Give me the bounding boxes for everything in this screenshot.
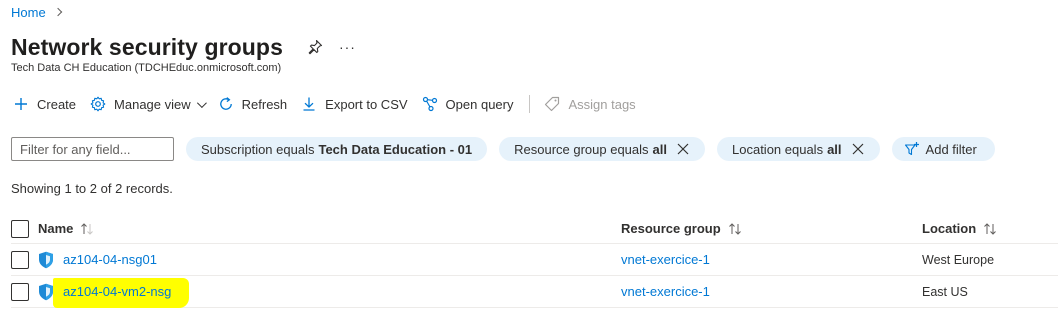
plus-icon [13,96,29,112]
sort-icon[interactable] [728,222,742,235]
assign-tags-label: Assign tags [568,96,636,112]
breadcrumb-home-link[interactable]: Home [11,5,46,20]
resource-group-header-label: Resource group [621,221,721,236]
chevron-down-icon [196,97,207,108]
location-column-header[interactable]: Location [922,221,997,236]
select-all-checkbox[interactable] [11,219,29,238]
manage-view-label: Manage view [114,96,191,112]
refresh-icon [218,96,234,112]
chevron-right-icon [53,7,62,17]
refresh-button[interactable]: Refresh [218,92,288,116]
location-filter-pill[interactable]: Location equals all [717,137,880,161]
close-icon[interactable] [676,142,690,156]
filter-bar: Filter for any field... Subscription equ… [11,136,995,162]
assign-tags-button[interactable]: Assign tags [544,92,636,116]
subscription-filter-pill[interactable]: Subscription equals Tech Data Education … [186,137,488,161]
pin-icon[interactable] [307,39,323,55]
add-filter-button[interactable]: Add filter [891,137,995,161]
table-row[interactable]: az104-04-vm2-nsg vnet-exercice-1 East US [11,276,1058,308]
location-cell: West Europe [922,252,995,267]
resource-group-link[interactable]: vnet-exercice-1 [621,252,710,267]
page-title: Network security groups [11,33,283,60]
tag-icon [544,96,560,112]
resource-group-column-header[interactable]: Resource group [621,221,922,236]
records-count: Showing 1 to 2 of 2 records. [11,181,173,196]
more-options-button[interactable]: ··· [339,40,356,54]
breadcrumb: Home [11,3,62,21]
nsg-shield-icon [38,283,54,301]
location-header-label: Location [922,221,977,236]
gear-icon [90,96,106,112]
sort-icon[interactable] [983,222,997,235]
table-header: Name Resource group Location [11,214,1058,244]
download-icon [301,96,317,112]
name-column-header[interactable]: Name [11,219,621,238]
add-filter-icon [904,141,920,157]
table-row[interactable]: az104-04-nsg01 vnet-exercice-1 West Euro… [11,244,1058,276]
manage-view-button[interactable]: Manage view [90,92,207,116]
create-label: Create [37,96,77,112]
resource-name-link[interactable]: az104-04-vm2-nsg [63,284,171,299]
location-cell: East US [922,284,968,299]
refresh-label: Refresh [241,96,288,112]
filter-input[interactable]: Filter for any field... [11,137,174,161]
toolbar-divider [529,95,531,113]
export-csv-label: Export to CSV [325,96,408,112]
add-filter-label: Add filter [925,141,977,157]
subscription-filter-label: Subscription equals [201,141,315,157]
query-icon [422,96,438,112]
title-row: Network security groups ··· [11,32,356,62]
row-checkbox[interactable] [11,250,29,269]
row-checkbox[interactable] [11,282,29,301]
subscription-filter-value: Tech Data Education - 01 [318,141,473,157]
nsg-shield-icon [38,251,54,269]
command-bar: Create Manage view Refresh Export to CSV… [13,92,650,116]
resource-group-link[interactable]: vnet-exercice-1 [621,284,710,299]
name-header-label: Name [38,221,74,236]
page-subtitle: Tech Data CH Education (TDCHEduc.onmicro… [11,62,282,74]
resource-table: Name Resource group Location az104-04-ns… [11,214,1058,308]
location-filter-value: all [827,141,842,157]
close-icon[interactable] [851,142,865,156]
create-button[interactable]: Create [13,92,76,116]
resource-name-link[interactable]: az104-04-nsg01 [63,252,157,267]
sort-icon[interactable] [80,222,94,235]
export-csv-button[interactable]: Export to CSV [301,92,408,116]
resource-group-filter-label: Resource group equals [514,141,649,157]
resource-group-filter-value: all [652,141,667,157]
location-filter-label: Location equals [732,141,824,157]
resource-group-filter-pill[interactable]: Resource group equals all [499,137,705,161]
open-query-label: Open query [445,96,514,112]
open-query-button[interactable]: Open query [422,92,514,116]
